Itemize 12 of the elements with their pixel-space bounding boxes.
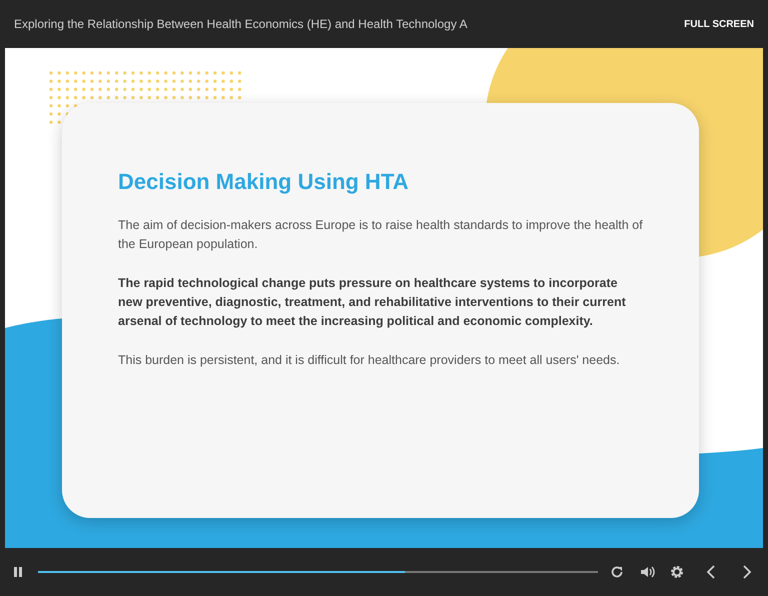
body-paragraph: The aim of decision-makers across Europe is to raise health standards to improve the health of the European population.	[118, 217, 643, 253]
pause-icon	[13, 566, 23, 578]
replay-icon[interactable]	[610, 565, 624, 579]
settings-icon[interactable]	[670, 565, 684, 579]
next-icon[interactable]	[742, 565, 752, 579]
body-paragraph: The rapid technological change puts pressure on healthcare systems to incorporate new preventive, diagnostic, treatment, and rehabilitative interventions to their current arsenal of technology to meet the increasing political and economic complexity.	[118, 275, 627, 330]
body-paragraph: This burden is persistent, and it is difficult for healthcare providers to meet all users' needs.	[118, 352, 621, 369]
course-title: Exploring the Relationship Between Health Economics (HE) and Health Technology A	[14, 16, 468, 33]
volume-icon[interactable]	[640, 565, 656, 579]
full-screen-button[interactable]: FULL SCREEN	[684, 16, 754, 32]
slide-heading: Decision Making Using HTA	[118, 168, 410, 196]
previous-icon[interactable]	[706, 565, 716, 579]
